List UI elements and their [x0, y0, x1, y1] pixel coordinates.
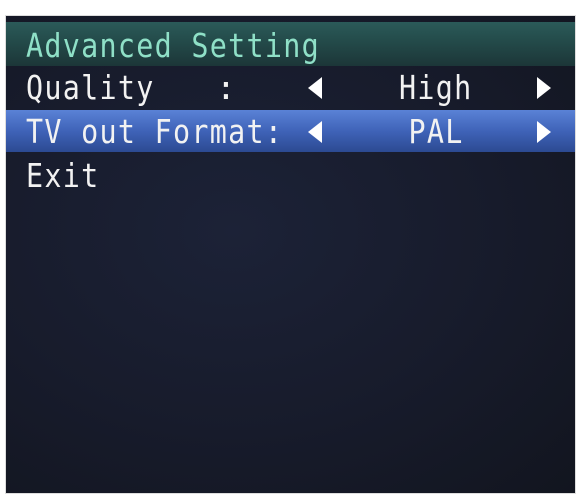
- menu-item-label: Quality: [26, 68, 155, 107]
- title-bar: Advanced Setting: [6, 22, 575, 66]
- triangle-left-icon[interactable]: [308, 77, 322, 99]
- menu-item-value: PAL: [408, 112, 464, 151]
- menu-item-quality[interactable]: Quality : High: [6, 66, 575, 108]
- menu-item-value: High: [399, 68, 473, 107]
- triangle-right-icon[interactable]: [537, 77, 551, 99]
- osd-screen: Advanced Setting Quality : High TV out F…: [6, 16, 575, 493]
- menu-item-label: TV out Format:: [26, 112, 284, 151]
- menu-title: Advanced Setting: [26, 26, 321, 65]
- menu-item-label: Exit: [26, 156, 100, 195]
- menu-item-separator: :: [216, 68, 238, 107]
- menu-item-exit[interactable]: Exit: [6, 154, 575, 196]
- triangle-right-icon[interactable]: [537, 121, 551, 143]
- triangle-left-icon[interactable]: [308, 121, 322, 143]
- menu-item-tv-out-format[interactable]: TV out Format: PAL: [6, 110, 575, 152]
